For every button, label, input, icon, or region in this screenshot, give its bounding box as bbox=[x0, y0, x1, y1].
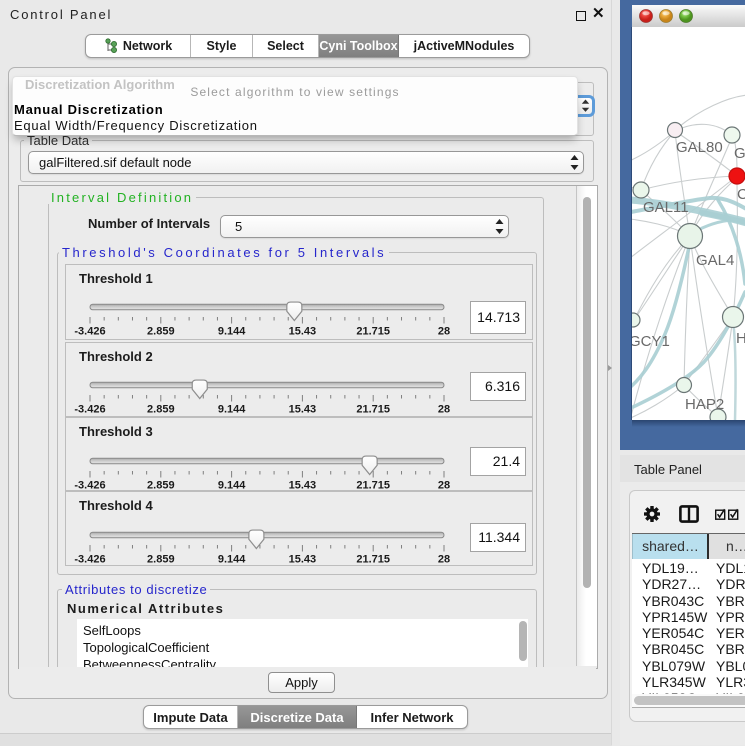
svg-text:28: 28 bbox=[438, 404, 450, 416]
svg-text:21.715: 21.715 bbox=[356, 554, 390, 566]
svg-text:2.859: 2.859 bbox=[147, 480, 175, 492]
svg-text:C: C bbox=[737, 186, 745, 203]
svg-text:21.715: 21.715 bbox=[356, 404, 390, 416]
svg-text:21.715: 21.715 bbox=[356, 326, 390, 338]
svg-text:9.144: 9.144 bbox=[218, 480, 246, 492]
svg-text:-3.426: -3.426 bbox=[74, 554, 105, 566]
svg-text:15.43: 15.43 bbox=[289, 404, 317, 416]
svg-text:21.715: 21.715 bbox=[356, 480, 390, 492]
svg-text:28: 28 bbox=[438, 326, 450, 338]
svg-text:H: H bbox=[736, 330, 745, 347]
svg-text:-3.426: -3.426 bbox=[74, 404, 105, 416]
svg-text:15.43: 15.43 bbox=[289, 554, 317, 566]
svg-text:2.859: 2.859 bbox=[147, 326, 175, 338]
svg-text:-3.426: -3.426 bbox=[74, 326, 105, 338]
svg-text:2.859: 2.859 bbox=[147, 554, 175, 566]
svg-text:GAL80: GAL80 bbox=[676, 139, 723, 156]
svg-text:-3.426: -3.426 bbox=[74, 480, 105, 492]
svg-text:2.859: 2.859 bbox=[147, 404, 175, 416]
svg-text:9.144: 9.144 bbox=[218, 326, 246, 338]
svg-text:GAL4: GAL4 bbox=[696, 252, 734, 269]
svg-text:GAL11: GAL11 bbox=[643, 199, 689, 216]
svg-text:9.144: 9.144 bbox=[218, 554, 246, 566]
svg-text:GCY1: GCY1 bbox=[631, 333, 670, 350]
svg-text:15.43: 15.43 bbox=[289, 326, 317, 338]
svg-text:HAP2: HAP2 bbox=[685, 396, 724, 413]
svg-text:9.144: 9.144 bbox=[218, 404, 246, 416]
svg-text:28: 28 bbox=[438, 480, 450, 492]
svg-text:28: 28 bbox=[438, 554, 450, 566]
svg-text:15.43: 15.43 bbox=[289, 480, 317, 492]
svg-text:GA: GA bbox=[734, 145, 745, 162]
